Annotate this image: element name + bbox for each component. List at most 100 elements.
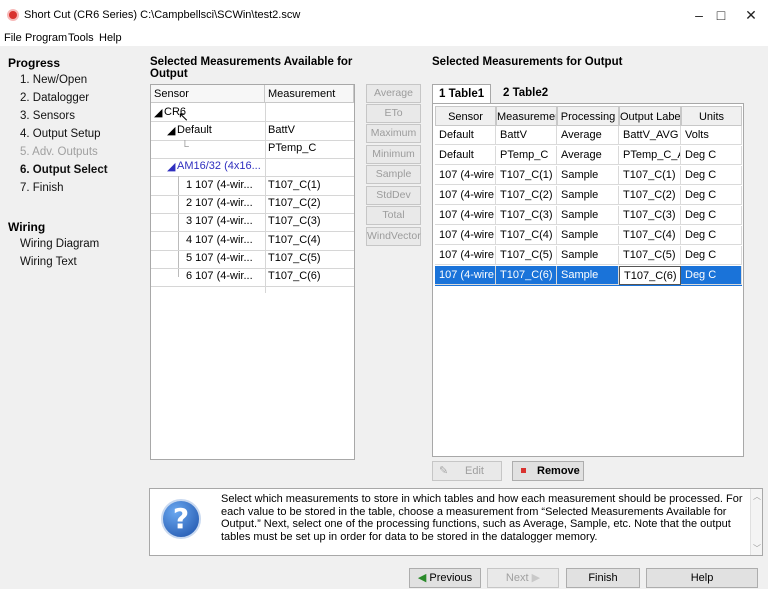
table-cell[interactable]: Deg C — [681, 186, 742, 205]
grid-header-output-label[interactable]: Output Labe — [619, 106, 681, 126]
table-cell[interactable]: Average — [557, 126, 619, 145]
table-cell[interactable]: PTemp_C — [496, 146, 557, 165]
table-cell[interactable]: Average — [557, 146, 619, 165]
step-finish[interactable]: 7. Finish — [20, 182, 63, 194]
measurement-cell[interactable]: T107_C(1) — [268, 179, 321, 191]
remove-button[interactable]: Remove — [512, 461, 584, 481]
windvector-button[interactable]: WindVector — [366, 227, 421, 246]
previous-button[interactable]: ◀ Previous — [409, 568, 481, 588]
menu-help[interactable]: Help — [99, 32, 122, 44]
tree-node-sensor[interactable]: 4 107 (4-wir... — [186, 234, 253, 246]
measurement-cell[interactable]: T107_C(5) — [268, 252, 321, 264]
menu-file[interactable]: File — [4, 32, 22, 44]
wiring-text-link[interactable]: Wiring Text — [20, 256, 77, 268]
tab-table2[interactable]: 2 Table2 — [497, 84, 554, 104]
table-row[interactable]: 107 (4-wire T107_C(2) Sample T107_C(2) Deg C — [435, 186, 742, 206]
tree-node-sensor[interactable]: 1 107 (4-wir... — [186, 179, 253, 191]
table-cell[interactable]: BattV — [496, 126, 557, 145]
table-cell[interactable]: Deg C — [681, 206, 742, 225]
table-cell[interactable]: T107_C(4) — [619, 226, 681, 245]
table-cell[interactable]: Sample — [557, 266, 619, 285]
total-button[interactable]: Total — [366, 206, 421, 225]
edit-button[interactable]: ✎ Edit — [432, 461, 502, 481]
expand-arrow-icon[interactable]: ◢ — [154, 106, 162, 119]
table-cell[interactable]: T107_C(5) — [496, 246, 557, 265]
table-cell[interactable]: 107 (4-wire — [435, 246, 496, 265]
table-cell[interactable]: Deg C — [681, 246, 742, 265]
measurement-cell[interactable]: T107_C(4) — [268, 234, 321, 246]
tree-node-sensor[interactable]: 3 107 (4-wir... — [186, 215, 253, 227]
tree-node-default[interactable]: Default — [177, 124, 212, 136]
tree-node-sensor[interactable]: 2 107 (4-wir... — [186, 197, 253, 209]
table-cell[interactable]: PTemp_C_A — [619, 146, 681, 165]
table-row[interactable]: 107 (4-wire T107_C(5) Sample T107_C(5) Deg C — [435, 246, 742, 266]
table-cell[interactable]: Default — [435, 126, 496, 145]
table-cell[interactable]: Sample — [557, 246, 619, 265]
measurement-cell[interactable]: T107_C(2) — [268, 197, 321, 209]
scroll-down-icon[interactable]: ﹀ — [753, 543, 761, 554]
table-cell[interactable]: T107_C(3) — [619, 206, 681, 225]
table-cell[interactable]: T107_C(5) — [619, 246, 681, 265]
table-cell[interactable]: 107 (4-wire — [435, 166, 496, 185]
table-cell[interactable]: 107 (4-wire — [435, 206, 496, 225]
table-cell[interactable]: 107 (4-wire — [435, 226, 496, 245]
table-row[interactable]: 107 (4-wire T107_C(6) Sample T107_C(6) Deg C — [435, 266, 742, 286]
step-new-open[interactable]: 1. New/Open — [20, 74, 87, 86]
step-output-setup[interactable]: 4. Output Setup — [20, 128, 101, 140]
measurement-cell[interactable]: PTemp_C — [268, 142, 316, 154]
tree-node-sensor[interactable]: 5 107 (4-wir... — [186, 252, 253, 264]
table-cell[interactable]: Deg C — [681, 166, 742, 185]
table-cell[interactable]: T107_C(1) — [496, 166, 557, 185]
step-output-select[interactable]: 6. Output Select — [20, 164, 108, 176]
table-cell[interactable]: BattV_AVG — [619, 126, 681, 145]
table-cell[interactable]: T107_C(4) — [496, 226, 557, 245]
grid-header-units[interactable]: Units — [681, 106, 742, 126]
table-row[interactable]: 107 (4-wire T107_C(4) Sample T107_C(4) Deg C — [435, 226, 742, 246]
menu-program[interactable]: Program — [25, 32, 67, 44]
output-table[interactable]: Sensor Measuremer Processing Output Labe… — [432, 103, 744, 457]
grid-header-measurement[interactable]: Measuremer — [496, 106, 557, 126]
table-cell[interactable]: Sample — [557, 186, 619, 205]
table-cell[interactable]: T107_C(2) — [496, 186, 557, 205]
table-cell[interactable]: Sample — [557, 226, 619, 245]
table-row[interactable]: 107 (4-wire T107_C(1) Sample T107_C(1) Deg C — [435, 166, 742, 186]
table-cell[interactable]: T107_C(2) — [619, 186, 681, 205]
next-button[interactable]: Next ▶ — [487, 568, 559, 588]
measurement-cell[interactable]: T107_C(6) — [268, 270, 321, 282]
table-row[interactable]: Default PTemp_C Average PTemp_C_A Deg C — [435, 146, 742, 166]
table-cell[interactable]: 107 (4-wire — [435, 266, 496, 285]
table-cell[interactable]: T107_C(3) — [496, 206, 557, 225]
grid-header-processing[interactable]: Processing — [557, 106, 619, 126]
measurement-cell[interactable]: T107_C(3) — [268, 215, 321, 227]
table-cell[interactable]: Deg C — [681, 226, 742, 245]
table-cell[interactable]: Default — [435, 146, 496, 165]
help-button[interactable]: Help — [646, 568, 758, 588]
table-cell[interactable]: Deg C — [681, 266, 742, 285]
wiring-diagram-link[interactable]: Wiring Diagram — [20, 238, 99, 250]
tree-node-sensor[interactable]: 6 107 (4-wir... — [186, 270, 253, 282]
output-label-edit-field[interactable]: T107_C(6) — [619, 266, 681, 285]
step-datalogger[interactable]: 2. Datalogger — [20, 92, 89, 104]
maximum-button[interactable]: Maximum — [366, 124, 421, 143]
table-cell[interactable]: Deg C — [681, 146, 742, 165]
measurement-cell[interactable]: BattV — [268, 124, 295, 136]
table-cell[interactable]: T107_C(6) — [496, 266, 557, 285]
help-scrollbar[interactable]: ︿ ﹀ — [750, 489, 762, 555]
grid-header-sensor[interactable]: Sensor — [435, 106, 496, 126]
table-cell[interactable]: Volts — [681, 126, 742, 145]
minimum-button[interactable]: Minimum — [366, 145, 421, 164]
stddev-button[interactable]: StdDev — [366, 186, 421, 205]
sample-button[interactable]: Sample — [366, 165, 421, 184]
eto-button[interactable]: ETo — [366, 104, 421, 123]
table-row[interactable]: Default BattV Average BattV_AVG Volts — [435, 126, 742, 146]
available-measurements-tree[interactable]: Sensor Measurement ◢ CR6 ↖ ◢ Default Bat… — [150, 84, 355, 460]
scroll-up-icon[interactable]: ︿ — [753, 491, 761, 502]
table-cell[interactable]: Sample — [557, 166, 619, 185]
col-header-measurement[interactable]: Measurement — [265, 85, 354, 103]
close-button[interactable]: ✕ — [728, 0, 768, 30]
table-row[interactable]: 107 (4-wire T107_C(3) Sample T107_C(3) Deg C — [435, 206, 742, 226]
col-header-sensor[interactable]: Sensor — [151, 85, 265, 103]
tree-node-am1632[interactable]: AM16/32 (4x16... — [177, 160, 261, 172]
step-sensors[interactable]: 3. Sensors — [20, 110, 75, 122]
table-cell[interactable]: 107 (4-wire — [435, 186, 496, 205]
